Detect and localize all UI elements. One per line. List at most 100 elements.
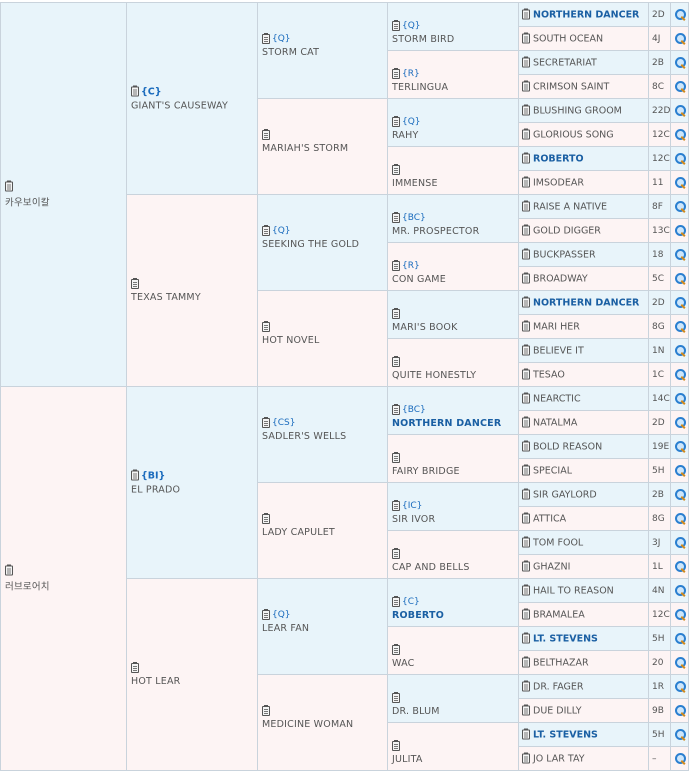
- clipboard-icon[interactable]: [522, 296, 530, 308]
- clipboard-icon[interactable]: [392, 164, 400, 175]
- horse-name[interactable]: LT. STEVENS: [533, 729, 598, 740]
- gen4-horse[interactable]: WAC: [392, 644, 516, 669]
- horse-name[interactable]: LT. STEVENS: [533, 633, 598, 644]
- magnifier-icon[interactable]: [675, 680, 687, 693]
- horse-name[interactable]: 카우보이칼: [5, 194, 124, 208]
- clipboard-icon[interactable]: [522, 176, 530, 188]
- clipboard-icon[interactable]: [522, 632, 530, 644]
- gen4-horse[interactable]: DR. BLUM: [392, 692, 516, 717]
- clipboard-icon[interactable]: [522, 704, 530, 716]
- horse-name[interactable]: BELIEVE IT: [533, 345, 584, 356]
- gen5-horse[interactable]: BRAMALEA: [522, 608, 647, 620]
- magnifier-icon[interactable]: [675, 488, 687, 501]
- gen1-horse[interactable]: 러브로어치: [5, 564, 124, 592]
- horse-name[interactable]: MEDICINE WOMAN: [262, 719, 385, 730]
- gen1-horse[interactable]: 카우보이칼: [5, 180, 124, 208]
- gen4-horse[interactable]: {R} TERLINGUA: [392, 68, 516, 93]
- gen5-horse[interactable]: BELIEVE IT: [522, 344, 647, 356]
- gen4-horse[interactable]: {C} ROBERTO: [392, 596, 516, 621]
- gen5-horse[interactable]: BELTHAZAR: [522, 656, 647, 668]
- horse-name[interactable]: FAIRY BRIDGE: [392, 466, 516, 477]
- clipboard-icon[interactable]: [392, 740, 400, 751]
- clipboard-icon[interactable]: [522, 80, 530, 92]
- magnifier-icon[interactable]: [675, 32, 687, 45]
- horse-name[interactable]: CRIMSON SAINT: [533, 81, 609, 92]
- horse-name[interactable]: SPECIAL: [533, 465, 572, 476]
- clipboard-icon[interactable]: [262, 320, 270, 332]
- horse-name[interactable]: STORM BIRD: [392, 34, 516, 45]
- clipboard-icon[interactable]: [522, 56, 530, 68]
- magnifier-icon[interactable]: [675, 608, 687, 621]
- clipboard-icon[interactable]: [392, 68, 400, 79]
- magnifier-icon[interactable]: [675, 80, 687, 93]
- clipboard-icon[interactable]: [262, 128, 270, 140]
- clipboard-icon[interactable]: [522, 344, 530, 356]
- clipboard-icon[interactable]: [522, 200, 530, 212]
- clipboard-icon[interactable]: [522, 104, 530, 116]
- clipboard-icon[interactable]: [392, 692, 400, 703]
- gen3-horse[interactable]: {Q} SEEKING THE GOLD: [262, 224, 385, 250]
- clipboard-icon[interactable]: [522, 752, 530, 764]
- gen5-horse[interactable]: NORTHERN DANCER: [522, 8, 647, 20]
- gen5-horse[interactable]: IMSODEAR: [522, 176, 647, 188]
- gen5-horse[interactable]: NATALMA: [522, 416, 647, 428]
- horse-name[interactable]: GIANT'S CAUSEWAY: [131, 100, 255, 111]
- magnifier-icon[interactable]: [675, 344, 687, 357]
- gen5-horse[interactable]: TESAO: [522, 368, 647, 380]
- horse-name[interactable]: JO LAR TAY: [533, 753, 585, 764]
- clipboard-icon[interactable]: [392, 308, 400, 319]
- gen4-horse[interactable]: FAIRY BRIDGE: [392, 452, 516, 477]
- horse-name[interactable]: LADY CAPULET: [262, 527, 385, 538]
- clipboard-icon[interactable]: [131, 277, 139, 289]
- clipboard-icon[interactable]: [522, 656, 530, 668]
- horse-name[interactable]: BOLD REASON: [533, 441, 602, 452]
- clipboard-icon[interactable]: [392, 260, 400, 271]
- clipboard-icon[interactable]: [262, 224, 270, 236]
- gen5-horse[interactable]: NORTHERN DANCER: [522, 296, 647, 308]
- horse-name[interactable]: WAC: [392, 658, 516, 669]
- clipboard-icon[interactable]: [522, 440, 530, 452]
- magnifier-icon[interactable]: [675, 440, 687, 453]
- gen5-horse[interactable]: GLORIOUS SONG: [522, 128, 647, 140]
- gen3-horse[interactable]: {Q} LEAR FAN: [262, 608, 385, 634]
- horse-name[interactable]: CAP AND BELLS: [392, 562, 516, 573]
- clipboard-icon[interactable]: [262, 416, 270, 428]
- clipboard-icon[interactable]: [522, 32, 530, 44]
- gen5-horse[interactable]: GHAZNI: [522, 560, 647, 572]
- clipboard-icon[interactable]: [392, 500, 400, 511]
- clipboard-icon[interactable]: [262, 608, 270, 620]
- gen3-horse[interactable]: MEDICINE WOMAN: [262, 704, 385, 730]
- horse-name[interactable]: BROADWAY: [533, 273, 588, 284]
- magnifier-icon[interactable]: [675, 416, 687, 429]
- clipboard-icon[interactable]: [392, 404, 400, 415]
- clipboard-icon[interactable]: [131, 661, 139, 673]
- gen5-horse[interactable]: HAIL TO REASON: [522, 584, 647, 596]
- horse-name[interactable]: MR. PROSPECTOR: [392, 226, 516, 237]
- clipboard-icon[interactable]: [392, 644, 400, 655]
- gen4-horse[interactable]: {BC} NORTHERN DANCER: [392, 404, 516, 429]
- magnifier-icon[interactable]: [675, 632, 687, 645]
- gen4-horse[interactable]: IMMENSE: [392, 164, 516, 189]
- clipboard-icon[interactable]: [131, 469, 139, 481]
- horse-name[interactable]: MARI HER: [533, 321, 580, 332]
- magnifier-icon[interactable]: [675, 8, 687, 21]
- magnifier-icon[interactable]: [675, 704, 687, 717]
- magnifier-icon[interactable]: [675, 176, 687, 189]
- magnifier-icon[interactable]: [675, 560, 687, 573]
- gen5-horse[interactable]: NEARCTIC: [522, 392, 647, 404]
- clipboard-icon[interactable]: [522, 152, 530, 164]
- magnifier-icon[interactable]: [675, 656, 687, 669]
- clipboard-icon[interactable]: [522, 536, 530, 548]
- clipboard-icon[interactable]: [262, 704, 270, 716]
- clipboard-icon[interactable]: [522, 272, 530, 284]
- gen5-horse[interactable]: CRIMSON SAINT: [522, 80, 647, 92]
- horse-name[interactable]: SEEKING THE GOLD: [262, 239, 385, 250]
- horse-name[interactable]: ROBERTO: [533, 153, 584, 164]
- horse-name[interactable]: BELTHAZAR: [533, 657, 589, 668]
- clipboard-icon[interactable]: [522, 368, 530, 380]
- clipboard-icon[interactable]: [5, 180, 13, 191]
- horse-name[interactable]: NATALMA: [533, 417, 577, 428]
- horse-name[interactable]: CON GAME: [392, 274, 516, 285]
- gen3-horse[interactable]: HOT NOVEL: [262, 320, 385, 346]
- horse-name[interactable]: NORTHERN DANCER: [533, 9, 639, 20]
